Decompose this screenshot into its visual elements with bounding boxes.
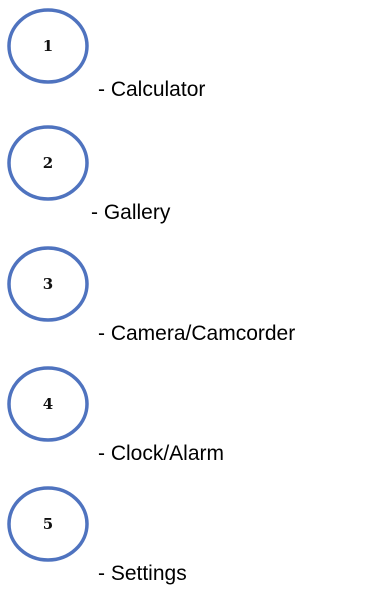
item-number: 3 <box>42 275 54 293</box>
item-number: 2 <box>42 154 54 172</box>
item-label: - Camera/Camcorder <box>98 322 296 345</box>
item-label: - Clock/Alarm <box>98 442 225 465</box>
legend-item-camera-camcorder: 3 - Camera/Camcorder <box>0 238 375 348</box>
item-number: 1 <box>42 37 54 55</box>
item-number: 5 <box>42 515 54 533</box>
number-circle-1: 1 <box>6 7 90 85</box>
item-label: - Gallery <box>91 201 171 224</box>
legend-item-settings: 5 - Settings <box>0 478 375 588</box>
legend-item-clock-alarm: 4 - Clock/Alarm <box>0 358 375 468</box>
legend-item-calculator: 1 - Calculator <box>0 0 375 110</box>
number-circle-5: 5 <box>6 485 90 563</box>
number-circle-3: 3 <box>6 245 90 323</box>
item-label: - Settings <box>98 562 187 585</box>
number-circle-2: 2 <box>6 124 90 202</box>
legend-item-gallery: 2 - Gallery <box>0 117 375 227</box>
number-circle-4: 4 <box>6 365 90 443</box>
item-number: 4 <box>42 395 54 413</box>
item-label: - Calculator <box>98 78 206 101</box>
